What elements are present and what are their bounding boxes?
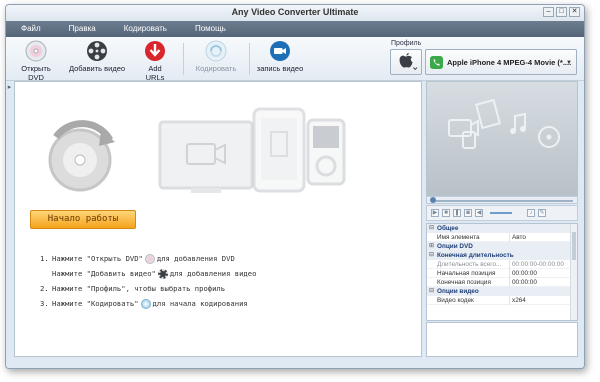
- window-controls: – □ ✕: [543, 7, 580, 17]
- volume-icon[interactable]: ◀: [475, 209, 483, 217]
- dvd-disc-icon: [144, 253, 155, 264]
- film-reel-icon: [87, 41, 107, 61]
- title-bar: Any Video Converter Ultimate – □ ✕: [6, 5, 584, 21]
- property-row[interactable]: Длительность всего... 00:00:00-00:00:00: [427, 260, 571, 269]
- window-title: Any Video Converter Ultimate: [231, 7, 359, 17]
- add-urls-button[interactable]: Add URLs: [138, 40, 172, 82]
- open-dvd-label: Открыть DVD: [21, 64, 51, 82]
- property-row[interactable]: Начальная позиция 00:00:00: [427, 269, 571, 278]
- download-arrow-icon: [145, 41, 165, 61]
- dvd-disc-icon: [25, 40, 47, 62]
- seek-bar[interactable]: [426, 196, 578, 204]
- expand-icon[interactable]: ⊞: [429, 242, 434, 251]
- film-reel-icon: [157, 268, 168, 279]
- record-video-button[interactable]: запись видео: [256, 40, 304, 73]
- profile-device-button[interactable]: [390, 49, 422, 75]
- menu-file[interactable]: Файл: [6, 21, 51, 37]
- welcome-illustration: [48, 107, 346, 193]
- apple-logo-icon: [399, 53, 418, 71]
- monitor-icon: [158, 120, 254, 193]
- instruction-step: 1. Нажмите "Открыть DVD" для добавления …: [40, 253, 235, 264]
- category-general[interactable]: ⊟ Общее: [427, 224, 571, 233]
- profile-label: Профиль: [391, 40, 422, 47]
- property-row[interactable]: Видео кодек x264: [427, 296, 571, 305]
- minimize-button[interactable]: –: [543, 7, 554, 17]
- collapse-icon[interactable]: ⊟: [429, 287, 434, 296]
- collapse-icon[interactable]: ⊟: [429, 251, 434, 260]
- settings-icon[interactable]: ✎: [538, 209, 546, 217]
- encode-button[interactable]: Кодировать: [193, 40, 239, 73]
- collapse-icon[interactable]: ⊟: [429, 224, 434, 233]
- add-video-button[interactable]: Добавить видео: [68, 40, 126, 73]
- toolbar-separator: [249, 43, 250, 75]
- chevron-down-icon: ▼: [566, 60, 572, 66]
- property-row[interactable]: Конечная позиция 00:00:00: [427, 278, 571, 287]
- seek-handle[interactable]: [430, 197, 436, 203]
- playback-controls: ▶ ■ ❚ ◙ ◀ ♪ ✎: [426, 205, 578, 221]
- encode-swirl-icon: [205, 40, 227, 62]
- pause-icon[interactable]: ❚: [453, 209, 461, 217]
- play-icon[interactable]: ▶: [431, 209, 439, 217]
- properties-scrollbar[interactable]: [570, 224, 577, 320]
- close-button[interactable]: ✕: [569, 7, 580, 17]
- menu-help[interactable]: Помощь: [177, 21, 236, 37]
- toolbar-separator: [183, 43, 184, 75]
- category-duration[interactable]: ⊟ Конечная длительность: [427, 251, 571, 260]
- encode-label: Кодировать: [195, 64, 237, 73]
- video-preview: [426, 81, 578, 196]
- audio-icon[interactable]: ♪: [527, 209, 535, 217]
- stop-icon[interactable]: ■: [442, 209, 450, 217]
- media-types-icon: [448, 98, 560, 149]
- encode-swirl-icon: [140, 298, 151, 309]
- properties-panel: ⊟ Общее Имя элемента Авто ⊞ Опции DVD ⊟ …: [426, 223, 578, 321]
- instruction-step: 3. Нажмите "Кодировать" для начала кодир…: [40, 298, 248, 309]
- profile-select[interactable]: Apple iPhone 4 MPEG-4 Movie (*.... ▼: [425, 49, 577, 75]
- collapse-arrow-icon[interactable]: ▸: [6, 83, 13, 97]
- volume-slider[interactable]: [490, 212, 512, 214]
- category-video[interactable]: ⊟ Опции видео: [427, 287, 571, 296]
- category-dvd[interactable]: ⊞ Опции DVD: [427, 242, 571, 251]
- toolbar: Открыть DVD Добавить видео Add URLs Коди…: [6, 37, 584, 82]
- open-dvd-button[interactable]: Открыть DVD: [14, 40, 58, 82]
- phone-icon: [430, 55, 443, 69]
- instruction-step: 2. Нажмите "Профиль", чтобы выбрать проф…: [40, 284, 226, 293]
- instruction-step: Нажмите "Добавить видео" для добавления …: [52, 268, 257, 279]
- menu-bar: Файл Правка Кодировать Помощь: [6, 21, 584, 37]
- snapshot-icon[interactable]: ◙: [464, 209, 472, 217]
- profile-selected-value: Apple iPhone 4 MPEG-4 Movie (*....: [447, 57, 572, 67]
- menu-encode[interactable]: Кодировать: [106, 21, 177, 37]
- record-video-label: запись видео: [256, 64, 304, 73]
- instructions-list: 1. Нажмите "Открыть DVD" для добавления …: [40, 251, 256, 311]
- app-window: Any Video Converter Ultimate – □ ✕ Файл …: [5, 4, 585, 369]
- tablet-icon: [252, 107, 306, 193]
- mp3-player-icon: [306, 118, 346, 186]
- main-panel: Начало работы 1. Нажмите "Открыть DVD" д…: [14, 81, 422, 357]
- add-urls-label: Add URLs: [145, 64, 165, 82]
- maximize-button[interactable]: □: [556, 7, 567, 17]
- description-panel: [426, 322, 578, 357]
- property-row[interactable]: Имя элемента Авто: [427, 233, 571, 242]
- scrollbar-thumb[interactable]: [572, 232, 576, 260]
- convert-disc-icon: [48, 120, 115, 192]
- menu-edit[interactable]: Правка: [51, 21, 106, 37]
- seek-track: [431, 200, 573, 202]
- add-video-label: Добавить видео: [68, 64, 126, 73]
- status-bar: [6, 358, 584, 368]
- video-camera-icon: [270, 41, 290, 61]
- start-button[interactable]: Начало работы: [30, 210, 136, 229]
